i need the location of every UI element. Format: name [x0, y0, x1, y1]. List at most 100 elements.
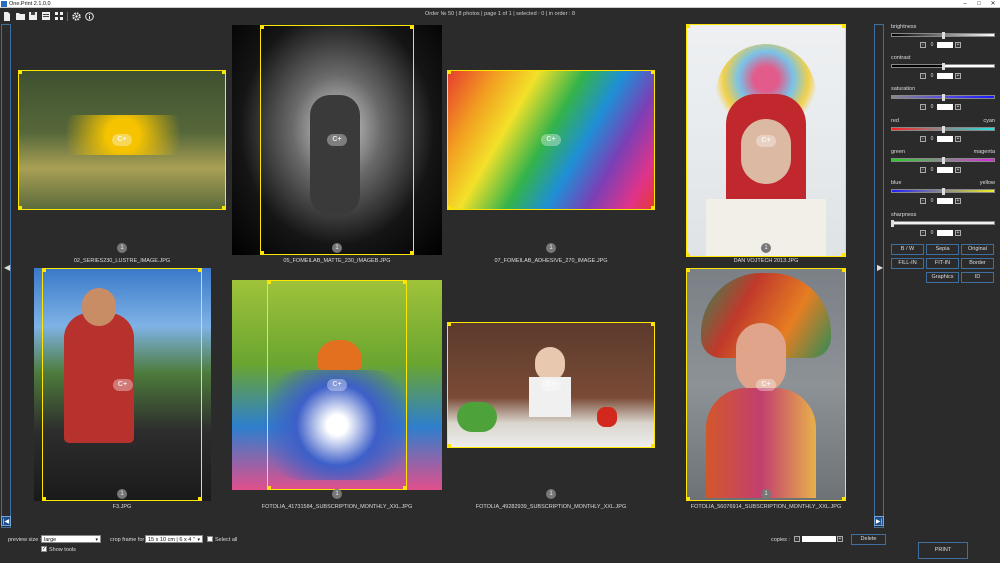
copies-badge[interactable]: 1	[761, 243, 771, 253]
graphics-button[interactable]: Graphics	[926, 272, 959, 283]
gear-icon[interactable]	[71, 11, 81, 21]
red-cyan-slider-handle[interactable]	[942, 126, 945, 133]
red-plus-button[interactable]: +	[955, 136, 961, 142]
select-all-label: Select all	[215, 537, 238, 543]
chevron-down-icon: ▾	[197, 537, 200, 543]
brightness-minus-button[interactable]: -	[920, 42, 926, 48]
sharpness-input[interactable]	[937, 230, 953, 236]
last-page-button[interactable]: ▶|	[874, 516, 884, 526]
contrast-minus-button[interactable]: -	[920, 73, 926, 79]
minimize-button[interactable]: –	[958, 0, 972, 8]
sharpness-minus-button[interactable]: -	[920, 230, 926, 236]
saturation-input[interactable]	[937, 104, 953, 110]
saturation-minus-button[interactable]: -	[920, 104, 926, 110]
close-button[interactable]: ✕	[986, 0, 1000, 8]
copies-badge[interactable]: 1	[332, 489, 342, 499]
photo-thumbnail[interactable]: C+	[34, 268, 211, 501]
blue-yellow-slider-handle[interactable]	[942, 188, 945, 195]
report-icon[interactable]	[41, 11, 51, 21]
sharpness-value: 0	[930, 230, 934, 236]
photo-thumbnail[interactable]: C+	[447, 322, 655, 448]
copies-badge[interactable]: 1	[117, 489, 127, 499]
photo-thumbnail[interactable]: C+	[18, 70, 226, 210]
save-icon[interactable]	[28, 11, 38, 21]
contrast-plus-button[interactable]: +	[955, 73, 961, 79]
copies-input[interactable]	[802, 536, 836, 542]
left-nav-strip[interactable]	[1, 24, 11, 528]
copies-badge[interactable]: 1	[546, 489, 556, 499]
fit-in-button[interactable]: FIT-IN	[926, 258, 959, 269]
blue-input[interactable]	[937, 198, 953, 204]
brightness-slider-handle[interactable]	[942, 32, 945, 39]
red-minus-button[interactable]: -	[920, 136, 926, 142]
green-value: 0	[930, 167, 934, 173]
copies-minus-button[interactable]: -	[794, 536, 800, 542]
photo-filename: 07_FOMEILAB_ADHESIVE_270_IMAGE.JPG	[494, 258, 608, 264]
blue-plus-button[interactable]: +	[955, 198, 961, 204]
window-title: One.Print 2.1.0.0	[9, 1, 51, 7]
copies-badge[interactable]: 1	[117, 243, 127, 253]
crop-frame-select[interactable]: 15 x 10 cm | 6 x 4 " ▾	[145, 535, 203, 543]
select-all-checkbox[interactable]	[207, 536, 213, 542]
red-value: 0	[930, 136, 934, 142]
contrast-label: contrast	[891, 55, 911, 61]
photo-filename: FOTOLIA_41731584_SUBSCRIPTION_MONTHLY_XX…	[261, 504, 413, 510]
photo-thumbnail[interactable]: C+	[447, 70, 655, 210]
maximize-button[interactable]: □	[972, 0, 986, 8]
red-input[interactable]	[937, 136, 953, 142]
watermark-logo: C+	[541, 379, 561, 391]
contrast-value: 0	[930, 73, 934, 79]
photo-thumbnail[interactable]: C+	[232, 280, 442, 490]
show-tools-label: Show tools	[49, 547, 76, 553]
show-tools-checkbox[interactable]: ✓	[41, 546, 47, 552]
watermark-logo: C+	[327, 379, 347, 391]
watermark-logo: C+	[541, 134, 561, 146]
saturation-slider-handle[interactable]	[942, 94, 945, 101]
green-input[interactable]	[937, 167, 953, 173]
blue-minus-button[interactable]: -	[920, 198, 926, 204]
saturation-plus-button[interactable]: +	[955, 104, 961, 110]
blue-value: 0	[930, 198, 934, 204]
photo-filename: F3.JPG	[112, 504, 132, 510]
photo-thumbnail[interactable]: C+	[232, 25, 442, 255]
delete-button[interactable]: Delete	[851, 534, 886, 545]
green-magenta-slider-handle[interactable]	[942, 157, 945, 164]
green-minus-button[interactable]: -	[920, 167, 926, 173]
copies-badge[interactable]: 1	[761, 489, 771, 499]
first-page-button[interactable]: |◀	[1, 516, 11, 526]
contrast-slider-handle[interactable]	[942, 63, 945, 70]
brightness-plus-button[interactable]: +	[955, 42, 961, 48]
toolbar	[2, 10, 94, 22]
photo-filename: DAN VOJTECH 2013.JPG	[733, 258, 799, 264]
preview-size-select[interactable]: large ▾	[41, 535, 101, 543]
info-icon[interactable]	[84, 11, 94, 21]
copies-badge[interactable]: 1	[332, 243, 342, 253]
green-label: green	[891, 149, 906, 155]
sharpness-slider-handle[interactable]	[891, 220, 894, 227]
next-page-arrow-icon[interactable]: ▶	[877, 264, 883, 272]
copies-plus-button[interactable]: +	[837, 536, 843, 542]
new-file-icon[interactable]	[2, 11, 12, 21]
sepia-button[interactable]: Sepia	[926, 244, 959, 255]
open-folder-icon[interactable]	[15, 11, 25, 21]
border-button[interactable]: Border	[961, 258, 994, 269]
id-button[interactable]: ID	[961, 272, 994, 283]
watermark-logo: C+	[327, 134, 347, 146]
right-nav-strip[interactable]	[874, 24, 884, 528]
brightness-input[interactable]	[937, 42, 953, 48]
grid-icon[interactable]	[54, 11, 64, 21]
sharpness-plus-button[interactable]: +	[955, 230, 961, 236]
photo-thumbnail[interactable]: C+	[686, 268, 846, 501]
green-plus-button[interactable]: +	[955, 167, 961, 173]
watermark-logo: C+	[112, 134, 132, 146]
bw-button[interactable]: B / W	[891, 244, 924, 255]
print-button[interactable]: PRINT	[918, 542, 968, 559]
fill-in-button[interactable]: FILL-IN	[891, 258, 924, 269]
contrast-input[interactable]	[937, 73, 953, 79]
original-button[interactable]: Original	[961, 244, 994, 255]
photo-thumbnail[interactable]: C+	[686, 24, 846, 257]
sharpness-slider[interactable]	[891, 221, 995, 225]
prev-page-arrow-icon[interactable]: ◀	[4, 264, 10, 272]
copies-badge[interactable]: 1	[546, 243, 556, 253]
red-label: red	[891, 118, 899, 124]
